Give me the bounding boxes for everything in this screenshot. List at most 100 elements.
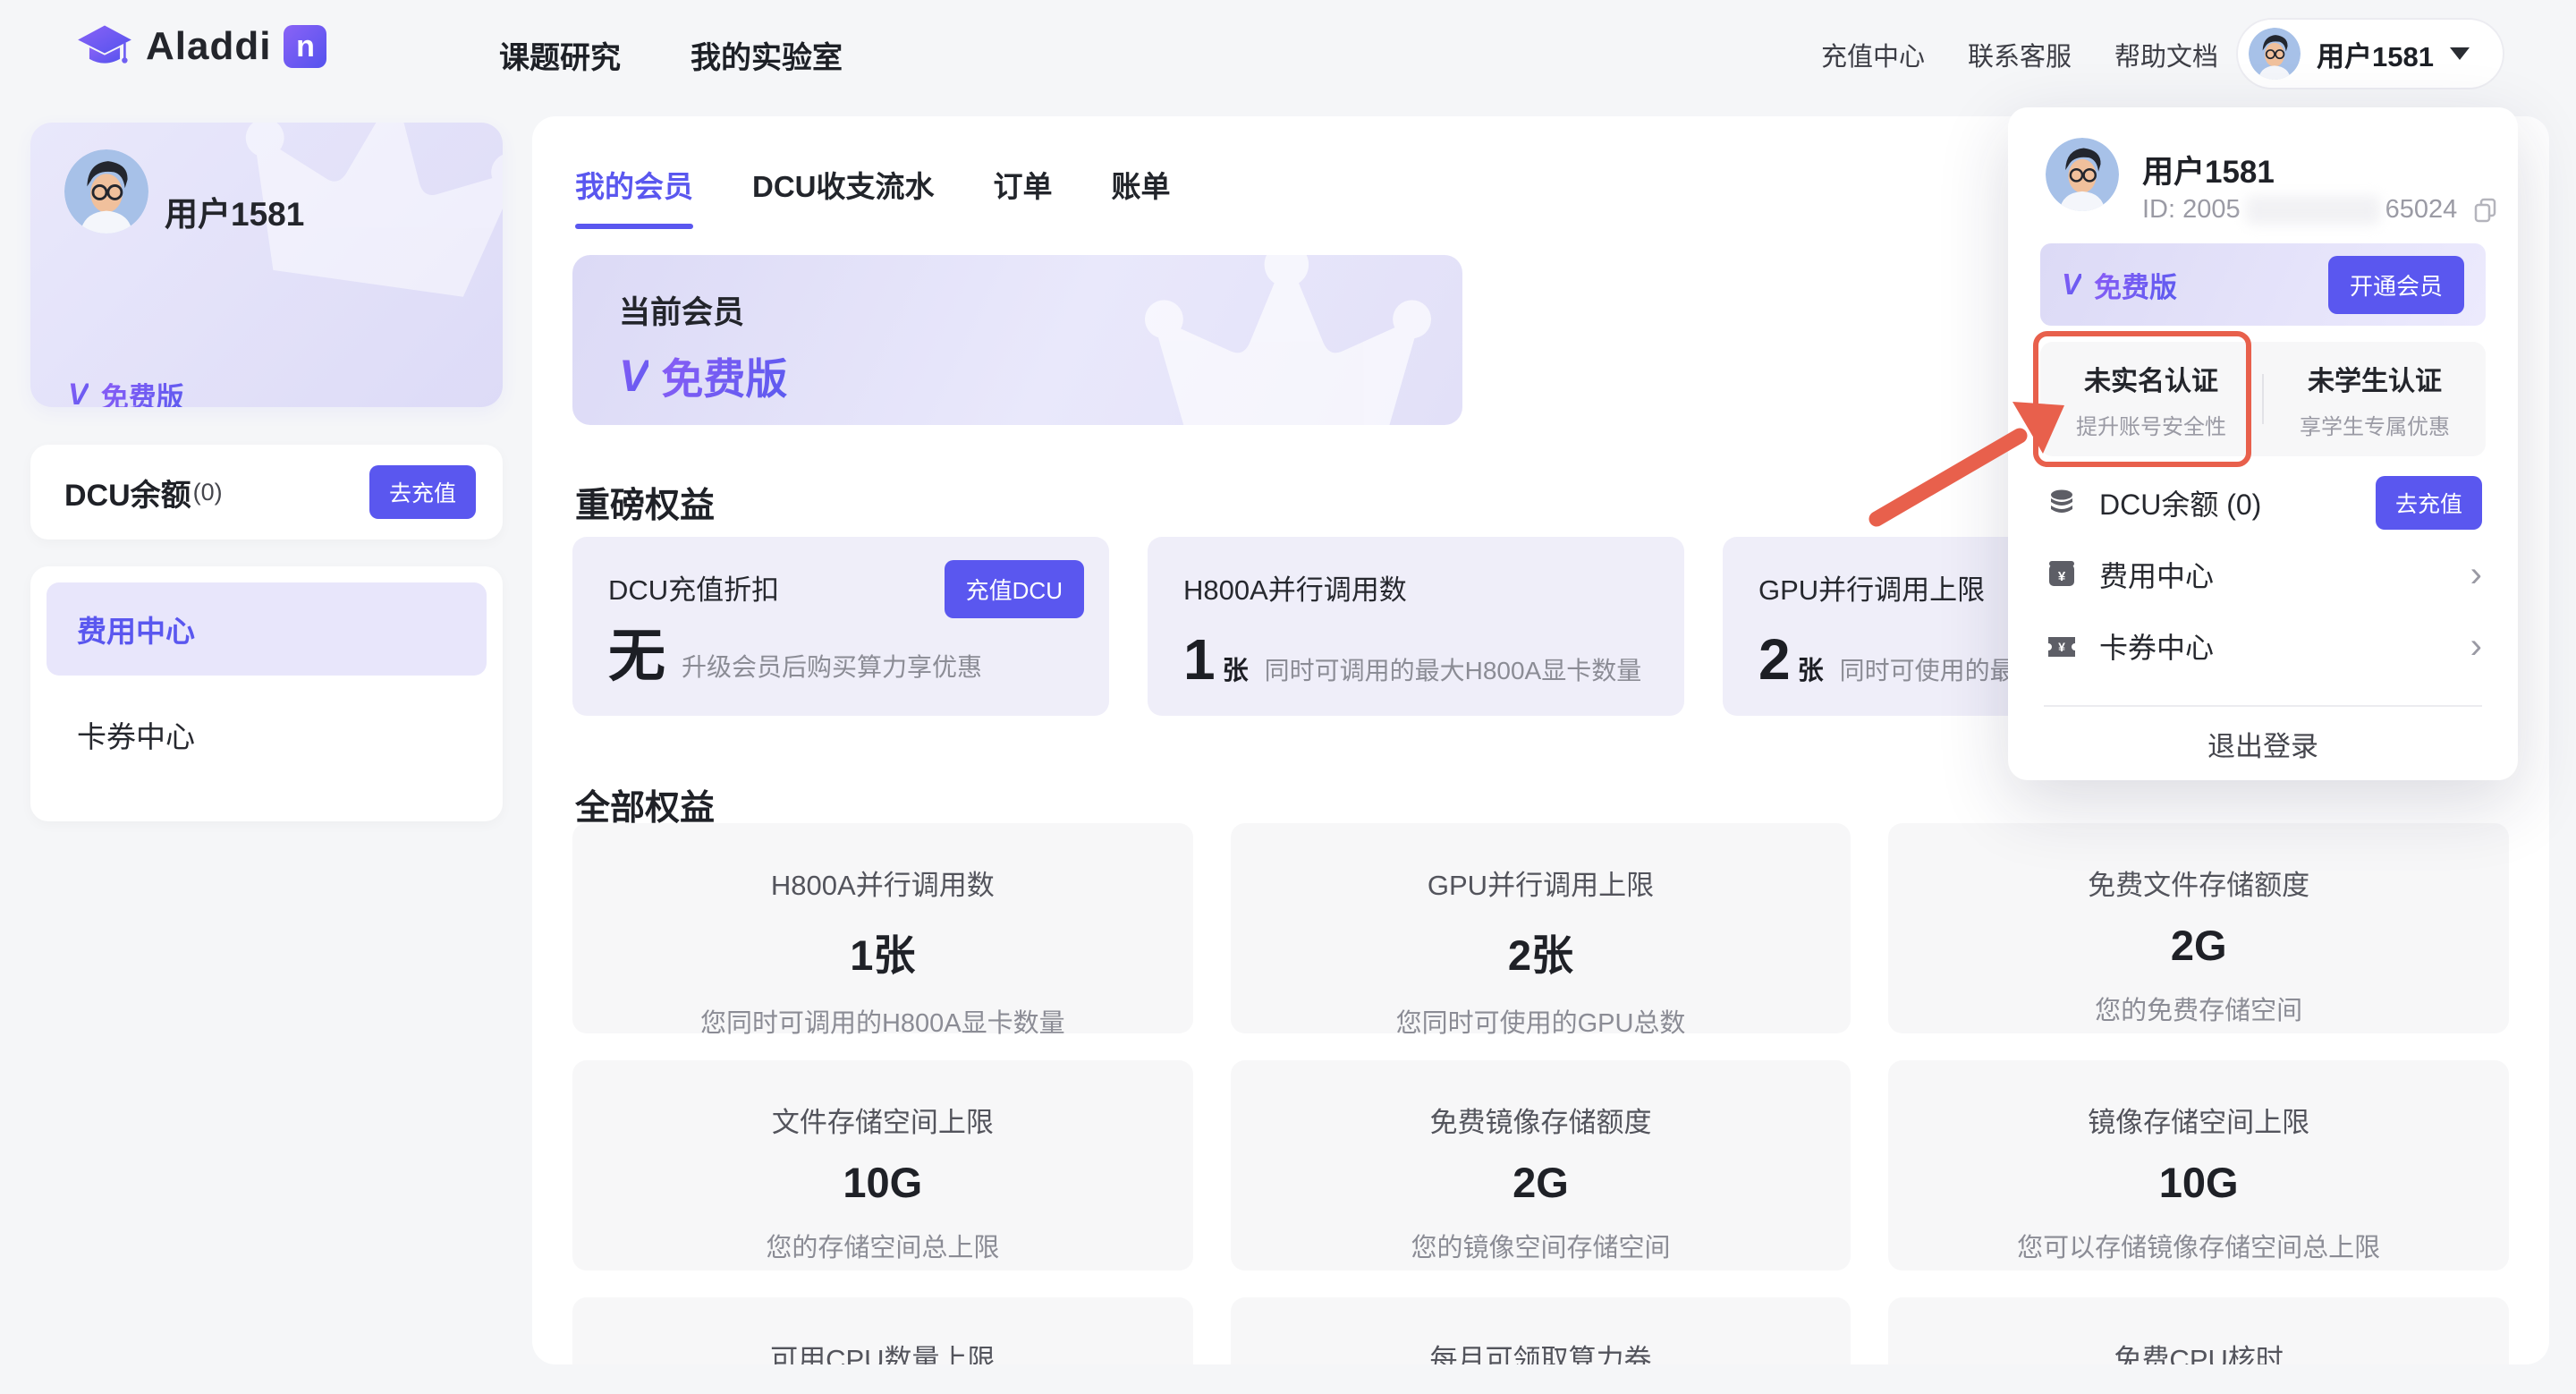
benefit-card: 免费镜像存储额度 2G 您的镜像空间存储空间 bbox=[1230, 1060, 1852, 1271]
benefit-value: 1张 bbox=[850, 931, 916, 979]
benefit-card: 免费文件存储额度 2G 您的免费存储空间 bbox=[1888, 823, 2509, 1033]
featured-card-value: 2 bbox=[1758, 627, 1791, 692]
featured-card-value: 无 bbox=[608, 624, 665, 688]
header-links: 充值中心 联系客服 帮助文档 bbox=[1821, 0, 2218, 109]
benefit-title: 免费镜像存储额度 bbox=[1429, 1107, 1652, 1138]
dropdown-username: 用户1581 bbox=[2142, 155, 2275, 190]
dropdown-plan-name: 免费版 bbox=[2094, 265, 2177, 305]
user-id-redacted bbox=[2245, 195, 2380, 225]
banner-plan: V 免费版 bbox=[619, 344, 787, 406]
v-plan-icon: V bbox=[619, 350, 649, 401]
dropdown-plan-banner: V 免费版 开通会员 bbox=[2040, 243, 2486, 326]
coins-icon bbox=[2044, 487, 2080, 519]
recharge-button[interactable]: 去充值 bbox=[369, 465, 476, 519]
link-recharge-center[interactable]: 充值中心 bbox=[1821, 36, 1925, 73]
benefit-title: 免费CPU核时 bbox=[2114, 1344, 2284, 1364]
benefit-title: GPU并行调用上限 bbox=[1427, 870, 1655, 901]
tab-orders[interactable]: 订单 bbox=[994, 163, 1053, 229]
benefit-desc: 您的存储空间总上限 bbox=[766, 1234, 1000, 1262]
tab-bills[interactable]: 账单 bbox=[1112, 163, 1171, 229]
tab-bar: 我的会员 DCU收支流水 订单 账单 bbox=[575, 163, 1171, 229]
benefit-desc: 您的免费存储空间 bbox=[2095, 997, 2303, 1025]
benefit-value: 10G bbox=[2158, 1159, 2239, 1206]
sidebar-plan: V 免费版 bbox=[68, 375, 184, 407]
logo-text: Aladdi bbox=[146, 24, 272, 68]
dropdown-coupon-label: 卡券中心 bbox=[2099, 632, 2215, 664]
current-membership-banner: 当前会员 V 免费版 bbox=[572, 255, 1462, 425]
logo-badge: n bbox=[284, 25, 327, 68]
copy-icon[interactable] bbox=[2471, 196, 2500, 225]
student-verification[interactable]: 未学生认证 享学生专属优惠 bbox=[2264, 342, 2486, 456]
sidebar-item-billing-center[interactable]: 费用中心 bbox=[47, 582, 487, 676]
student-verification-title: 未学生认证 bbox=[2308, 366, 2442, 396]
sidebar-item-coupon-center[interactable]: 卡券中心 bbox=[47, 688, 487, 781]
top-nav: Aladdi n 课题研究 我的实验室 充值中心 联系客服 帮助文档 用户158… bbox=[0, 0, 2576, 109]
featured-card-desc: 升级会员后购买算力享优惠 bbox=[682, 653, 983, 681]
user-id-row: ID: 2005 65024 bbox=[2142, 195, 2500, 225]
benefit-title: 免费文件存储额度 bbox=[2088, 870, 2310, 901]
v-plan-icon: V bbox=[68, 378, 89, 407]
crown-watermark-icon bbox=[1144, 255, 1432, 425]
benefit-title: H800A并行调用数 bbox=[770, 870, 995, 901]
banner-plan-name: 免费版 bbox=[661, 344, 787, 406]
benefit-desc: 您同时可使用的GPU总数 bbox=[1395, 1009, 1686, 1038]
dropdown-dcu-label: DCU余额 (0) bbox=[2099, 489, 2262, 521]
featured-card-value: 1 bbox=[1183, 627, 1216, 692]
tab-my-membership[interactable]: 我的会员 bbox=[575, 163, 693, 229]
benefit-card: GPU并行调用上限 2张 您同时可使用的GPU总数 bbox=[1230, 823, 1852, 1038]
header-nav: 课题研究 我的实验室 bbox=[499, 0, 843, 109]
dropdown-avatar bbox=[2046, 138, 2119, 211]
realname-verification-title: 未实名认证 bbox=[2084, 366, 2218, 396]
page: Aladdi n 课题研究 我的实验室 充值中心 联系客服 帮助文档 用户158… bbox=[0, 0, 2576, 1394]
benefit-desc: 您的镜像空间存储空间 bbox=[1411, 1234, 1671, 1262]
benefit-value: 2G bbox=[1513, 1159, 1569, 1206]
username: 用户1581 bbox=[2317, 40, 2434, 72]
benefit-card: 镜像存储空间上限 10G 您可以存储镜像存储空间总上限 bbox=[1888, 1060, 2509, 1271]
realname-verification[interactable]: 未实名认证 提升账号安全性 bbox=[2040, 342, 2262, 456]
benefit-desc: 您可以存储镜像存储空间总上限 bbox=[2017, 1234, 2381, 1262]
logout-button[interactable]: 退出登录 bbox=[2008, 714, 2518, 773]
sidebar-menu: 费用中心 卡券中心 bbox=[30, 566, 503, 821]
sidebar-avatar bbox=[64, 149, 148, 234]
link-help-docs[interactable]: 帮助文档 bbox=[2114, 36, 2218, 73]
banner-label: 当前会员 bbox=[619, 295, 745, 330]
logo[interactable]: Aladdi n bbox=[76, 23, 327, 70]
benefit-card: 可用CPU数量上限 bbox=[572, 1297, 1193, 1364]
benefit-title: 可用CPU数量上限 bbox=[770, 1344, 996, 1364]
link-contact-support[interactable]: 联系客服 bbox=[1968, 36, 2072, 73]
benefit-title: 每月可领取算力券 bbox=[1429, 1344, 1652, 1364]
tab-dcu-transactions[interactable]: DCU收支流水 bbox=[752, 163, 935, 229]
all-benefits-grid: H800A并行调用数 1张 您同时可调用的H800A显卡数量 GPU并行调用上限… bbox=[572, 823, 2509, 1364]
svg-text:¥: ¥ bbox=[2058, 640, 2065, 654]
benefit-title: 文件存储空间上限 bbox=[771, 1107, 994, 1138]
dropdown-item-billing-center[interactable]: ¥ 费用中心 › bbox=[2008, 539, 2518, 610]
featured-card-title: H800A并行调用数 bbox=[1183, 574, 1407, 606]
dropdown-item-dcu-balance[interactable]: DCU余额 (0) 去充值 bbox=[2008, 467, 2518, 539]
sidebar-dcu-card: DCU余额 (0) 去充值 bbox=[30, 445, 503, 540]
graduation-cap-icon bbox=[78, 25, 131, 64]
chevron-right-icon: › bbox=[2470, 555, 2482, 594]
dropdown-item-coupon-center[interactable]: ¥ 卡券中心 › bbox=[2008, 610, 2518, 682]
user-id-prefix: ID: 2005 bbox=[2142, 195, 2241, 224]
v-plan-icon: V bbox=[2062, 268, 2082, 301]
benefit-value: 2张 bbox=[1507, 931, 1574, 979]
benefit-card: H800A并行调用数 1张 您同时可调用的H800A显卡数量 bbox=[572, 823, 1193, 1038]
open-membership-button[interactable]: 开通会员 bbox=[2327, 255, 2464, 314]
dcu-balance-count: (0) bbox=[192, 478, 223, 506]
benefit-value: 2G bbox=[2170, 922, 2227, 969]
sidebar-user-card: 用户1581 V 免费版 升级会员 bbox=[30, 123, 503, 407]
nav-item-my-lab[interactable]: 我的实验室 bbox=[691, 33, 843, 77]
nav-item-research[interactable]: 课题研究 bbox=[499, 33, 621, 77]
featured-card-unit: 张 bbox=[1797, 657, 1824, 685]
user-menu-trigger[interactable]: 用户1581 bbox=[2236, 18, 2504, 89]
featured-card-h800a: H800A并行调用数 1 张 同时可调用的最大H800A显卡数量 bbox=[1148, 537, 1684, 716]
featured-benefits-title: 重磅权益 bbox=[575, 487, 716, 525]
benefit-desc: 您同时可调用的H800A显卡数量 bbox=[699, 1009, 1065, 1038]
dropdown-recharge-button[interactable]: 去充值 bbox=[2375, 476, 2482, 530]
dropdown-billing-label: 费用中心 bbox=[2099, 560, 2215, 592]
featured-card-unit: 张 bbox=[1222, 657, 1249, 685]
realname-verification-desc: 提升账号安全性 bbox=[2076, 414, 2226, 439]
student-verification-desc: 享学生专属优惠 bbox=[2300, 414, 2450, 439]
caret-down-icon bbox=[2449, 47, 2470, 60]
chevron-right-icon: › bbox=[2470, 626, 2482, 666]
